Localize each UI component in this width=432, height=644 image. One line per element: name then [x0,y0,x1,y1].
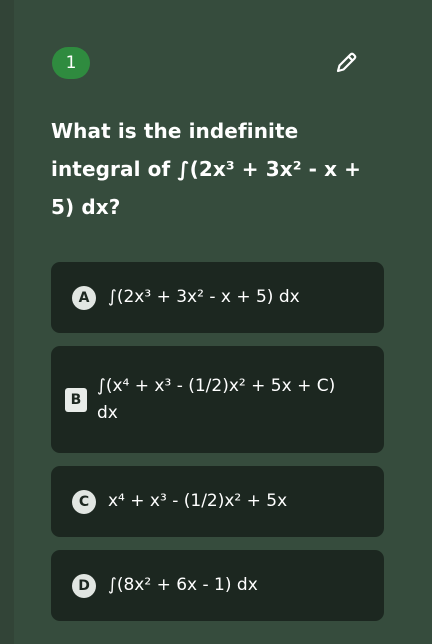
option-letter: B [65,387,87,412]
card-left-edge [0,0,14,644]
option-text: ∫(x⁴ + x³ - (1/2)x² + 5x + C) dx [97,375,336,423]
option-d[interactable]: D ∫(8x² + 6x - 1) dx [51,550,384,621]
option-letter: C [72,489,96,514]
option-text: x⁴ + x³ - (1/2)x² + 5x [108,491,288,511]
option-letter: D [72,573,96,598]
question-number-badge: 1 [52,47,90,79]
pencil-icon[interactable] [333,50,359,76]
option-b[interactable]: B ∫(x⁴ + x³ - (1/2)x² + 5x + C) dx [51,346,384,453]
option-text: ∫(8x² + 6x - 1) dx [108,575,258,595]
question-card: 1 What is the indefinite integral of ∫(2… [0,0,432,644]
question-text: What is the indefinite integral of ∫(2x³… [51,119,362,219]
option-letter: A [72,285,96,310]
option-text: ∫(2x³ + 3x² - x + 5) dx [108,287,300,307]
option-c[interactable]: C x⁴ + x³ - (1/2)x² + 5x [51,466,384,537]
option-a[interactable]: A ∫(2x³ + 3x² - x + 5) dx [51,262,384,333]
